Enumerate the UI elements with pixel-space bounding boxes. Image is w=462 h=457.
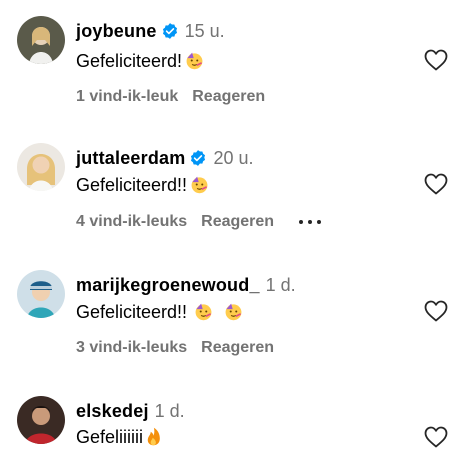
more-options-icon[interactable] (298, 219, 322, 225)
comment-header: marijkegroenewoud_ 1 d. (76, 274, 296, 296)
reply-button[interactable]: Reageren (201, 213, 274, 230)
verified-badge-icon (162, 23, 177, 39)
comment-text-content: Gefeliciteerd!! (76, 302, 188, 322)
comment-time[interactable]: 20 u. (213, 148, 253, 168)
comment-text: Gefeliciteerd!! (76, 174, 209, 196)
partying-face-emoji (186, 52, 203, 70)
comment-time[interactable]: 1 d. (155, 401, 185, 421)
likes-count[interactable]: 4 vind-ik-leuks (76, 213, 187, 230)
partying-face-emoji (191, 176, 208, 194)
comment-text-content: Gefeliiiiii (76, 427, 144, 447)
username[interactable]: elskedej (76, 401, 149, 421)
heart-outline-icon[interactable] (424, 49, 448, 71)
comment-header: elskedej 1 d. (76, 400, 185, 422)
comment-text: Gefeliiiiii (76, 426, 163, 448)
fire-emoji (147, 427, 160, 446)
comment-actions: 4 vind-ik-leuks Reageren (76, 212, 322, 232)
avatar[interactable] (17, 396, 65, 444)
comment-header: juttaleerdam 20 u. (76, 147, 253, 169)
username[interactable]: marijkegroenewoud_ (76, 275, 260, 295)
username[interactable]: joybeune (76, 21, 157, 41)
reply-button[interactable]: Reageren (192, 88, 265, 105)
comment-time[interactable]: 15 u. (185, 21, 225, 41)
partying-face-emoji (195, 303, 212, 321)
comment-text: Gefeliciteerd! (76, 50, 204, 72)
avatar[interactable] (17, 143, 65, 191)
heart-outline-icon[interactable] (424, 173, 448, 195)
reply-button[interactable]: Reageren (201, 339, 274, 356)
comment-text: Gefeliciteerd!! (76, 301, 243, 323)
username[interactable]: juttaleerdam (76, 148, 185, 168)
comment-actions: 1 vind-ik-leuk Reageren (76, 87, 279, 107)
likes-count[interactable]: 3 vind-ik-leuks (76, 339, 187, 356)
comment-text-content: Gefeliciteerd!! (76, 175, 188, 195)
partying-face-emoji (225, 303, 242, 321)
heart-outline-icon[interactable] (424, 426, 448, 448)
comment-actions: 3 vind-ik-leuks Reageren (76, 338, 288, 358)
heart-outline-icon[interactable] (424, 300, 448, 322)
avatar[interactable] (17, 16, 65, 64)
comment-header: joybeune 15 u. (76, 20, 225, 42)
comment-time[interactable]: 1 d. (266, 275, 296, 295)
verified-badge-icon (191, 150, 206, 166)
likes-count[interactable]: 1 vind-ik-leuk (76, 88, 178, 105)
comment-text-content: Gefeliciteerd! (76, 51, 183, 71)
avatar[interactable] (17, 270, 65, 318)
